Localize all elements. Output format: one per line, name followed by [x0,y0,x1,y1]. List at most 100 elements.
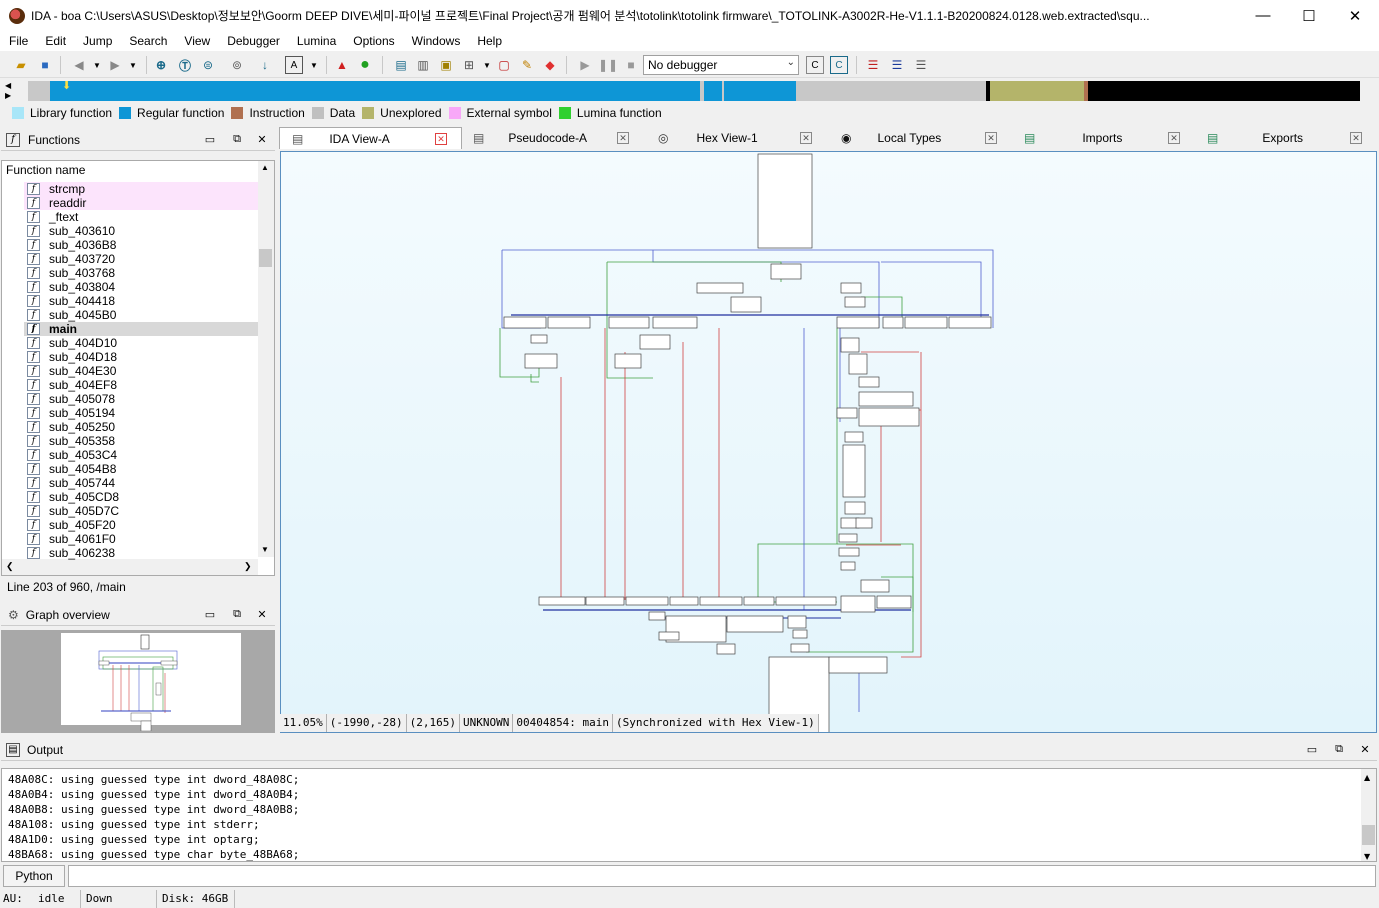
menu-edit[interactable]: Edit [36,34,74,48]
list-red-icon[interactable]: ☰ [864,56,882,74]
scroll-up-icon[interactable]: ▲ [1364,770,1370,785]
panel-close-icon[interactable]: ✕ [255,607,269,621]
panel-float-icon[interactable]: ⧉ [230,607,244,621]
panel-maximize-icon[interactable]: ▭ [203,132,217,146]
scroll-thumb[interactable] [1362,825,1375,845]
scroll-thumb[interactable] [259,249,272,267]
c-icon[interactable]: C [806,56,824,74]
function-list-item[interactable]: f sub_403768 [24,266,258,280]
function-list[interactable]: Function name ▲ ▼ ❮ ❯ f strcmp f readdir f _f… [1,160,275,576]
menu-view[interactable]: View [175,34,218,48]
segments-icon[interactable]: ▤ [392,56,410,74]
panel-close-icon[interactable]: ✕ [1358,742,1372,756]
function-list-item[interactable]: f sub_405D7C [24,504,258,518]
scroll-up-icon[interactable]: ▲ [261,163,269,172]
tab-ida-view-a[interactable]: ▤ IDA View-A ✕ [279,127,462,149]
function-list-item[interactable]: f sub_404418 [24,294,258,308]
close-button[interactable]: ✕ [1332,0,1378,31]
horizontal-scrollbar[interactable]: ❮ ❯ [2,559,258,575]
menu-file[interactable]: File [0,34,36,48]
menu-help[interactable]: Help [468,34,510,48]
names-icon[interactable]: ▥ [414,56,432,74]
graph-view[interactable] [280,151,1377,733]
tab-local-types[interactable]: ◉ Local Types ✕ [829,127,1012,149]
function-list-item[interactable]: f sub_403804 [24,280,258,294]
menu-debugger[interactable]: Debugger [218,34,288,48]
vertical-scrollbar[interactable]: ▲ ▼ [258,161,274,557]
command-input[interactable] [68,865,1376,887]
scroll-down-icon[interactable]: ▼ [261,545,269,554]
tab-close-icon[interactable]: ✕ [1350,132,1362,144]
nav-right-icon[interactable]: ▶ [5,91,11,100]
graph-overview-canvas[interactable] [1,630,275,733]
function-list-item[interactable]: f sub_405194 [24,406,258,420]
function-list-item[interactable]: f sub_403720 [24,252,258,266]
pause-icon[interactable]: ❚❚ [598,56,618,74]
scroll-right-icon[interactable]: ❯ [244,561,252,572]
list-gray-icon[interactable]: ☰ [912,56,930,74]
tab-hex-view-1[interactable]: ◎ Hex View-1 ✕ [646,127,829,149]
function-list-item[interactable]: f sub_404E30 [24,364,258,378]
function-list-item[interactable]: f sub_406238 [24,546,258,560]
function-list-item[interactable]: f sub_4054B8 [24,462,258,476]
menu-windows[interactable]: Windows [403,34,469,48]
tab-close-icon[interactable]: ✕ [1168,132,1180,144]
stop-debug-icon[interactable]: ■ [622,56,640,74]
tab-close-icon[interactable]: ✕ [435,133,447,145]
function-list-item[interactable]: f sub_405078 [24,392,258,406]
function-list-item[interactable]: f sub_405358 [24,434,258,448]
strings-icon[interactable]: ▣ [437,56,455,74]
function-list-item[interactable]: f readdir [24,196,258,210]
green-circle-icon[interactable]: ● [356,56,374,74]
function-list-item[interactable]: f sub_403610 [24,224,258,238]
panel-maximize-icon[interactable]: ▭ [203,607,217,621]
hex-icon[interactable]: ⊕ [152,56,170,74]
tab-imports[interactable]: ▤ Imports ✕ [1012,127,1195,149]
function-list-item[interactable]: f sub_404EF8 [24,378,258,392]
menu-options[interactable]: Options [344,34,402,48]
function-list-item[interactable]: f sub_4036B8 [24,238,258,252]
tab-exports[interactable]: ▤ Exports ✕ [1195,127,1378,149]
function-list-item[interactable]: f sub_4045B0 [24,308,258,322]
font-icon[interactable]: A [285,56,303,74]
triangle-icon[interactable]: ▲ [333,56,351,74]
forward-icon[interactable]: ▶ [106,56,124,74]
tab-close-icon[interactable]: ✕ [985,132,997,144]
menu-jump[interactable]: Jump [74,34,120,48]
tab-close-icon[interactable]: ✕ [800,132,812,144]
maximize-button[interactable]: ☐ [1286,0,1332,31]
xrefs-dropdown-icon[interactable]: ▼ [478,56,496,74]
menu-lumina[interactable]: Lumina [288,34,344,48]
forward-dropdown-icon[interactable]: ▼ [124,56,142,74]
scroll-down-icon[interactable]: ▼ [1364,849,1370,861]
panel-float-icon[interactable]: ⧉ [1332,742,1346,756]
python-button[interactable]: Python [3,865,65,887]
tab-pseudocode-a[interactable]: ▤ Pseudocode-A ✕ [463,127,646,149]
breakpoint-icon[interactable]: ▢ [495,56,513,74]
jump-icon[interactable]: ⊚ [228,56,246,74]
function-list-item[interactable]: f sub_404D18 [24,350,258,364]
save-icon[interactable]: ■ [36,56,54,74]
tab-close-icon[interactable]: ✕ [617,132,629,144]
patch-icon[interactable]: ✎ [518,56,536,74]
arrow-down-icon[interactable]: ↓ [256,56,274,74]
panel-maximize-icon[interactable]: ▭ [1305,742,1319,756]
decompile-icon[interactable]: C [830,56,848,74]
menu-search[interactable]: Search [120,34,175,48]
panel-close-icon[interactable]: ✕ [255,132,269,146]
scroll-left-icon[interactable]: ❮ [6,561,14,572]
column-header-function-name[interactable]: Function name [6,163,85,177]
function-list-item[interactable]: f sub_405F20 [24,518,258,532]
panel-float-icon[interactable]: ⧉ [230,132,244,146]
open-folder-icon[interactable]: ▰ [12,56,30,74]
xrefs-icon[interactable]: ⊞ [460,56,478,74]
graph-mode-icon[interactable]: ⊜ [199,56,217,74]
function-list-item[interactable]: f sub_404D10 [24,336,258,350]
function-list-item[interactable]: f main [24,322,258,336]
function-list-item[interactable]: f sub_4061F0 [24,532,258,546]
output-scrollbar[interactable]: ▲ ▼ [1361,769,1376,861]
nav-left-icon[interactable]: ◀ [5,81,11,90]
back-icon[interactable]: ◀ [70,56,88,74]
overview-viewport[interactable] [61,633,241,732]
font-dropdown-icon[interactable]: ▼ [305,56,323,74]
